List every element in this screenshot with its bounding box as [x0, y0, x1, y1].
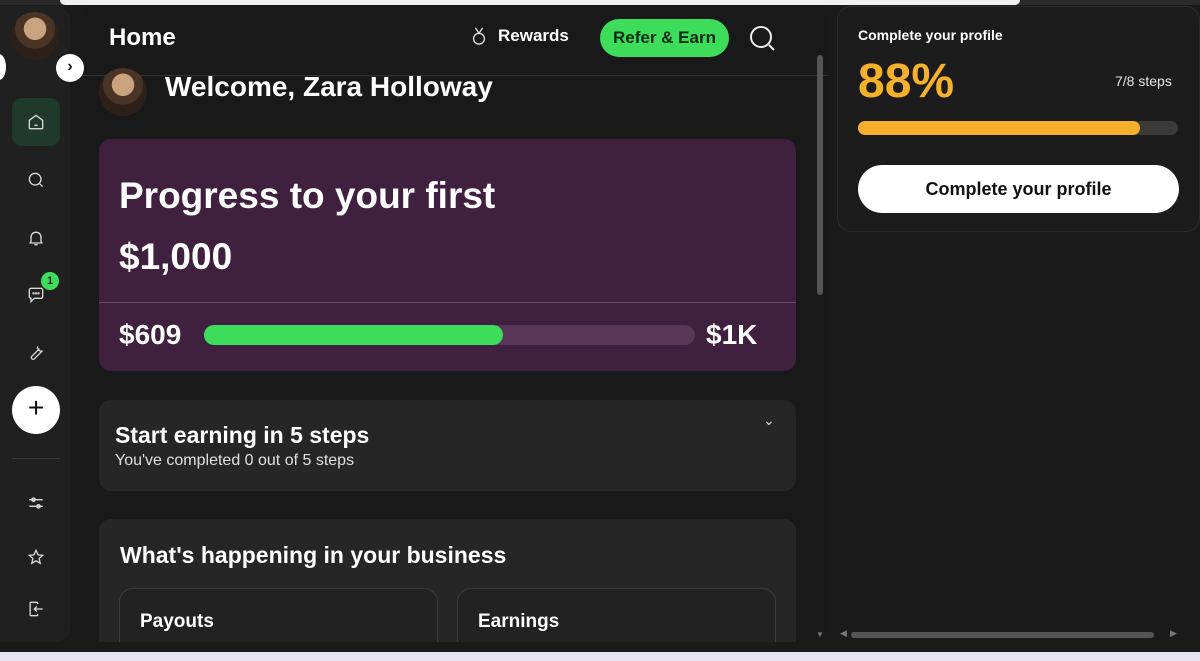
logout-icon [29, 601, 43, 617]
business-card: What's happening in your business Payout… [99, 519, 796, 642]
wrench-icon [30, 346, 44, 360]
business-title: What's happening in your business [120, 542, 507, 568]
taskbar [0, 652, 1200, 661]
window-top-edge [0, 0, 1200, 5]
collapse-sidebar-button[interactable]: › [56, 54, 84, 82]
earnings-label: Earnings [478, 611, 560, 632]
progress-fill [204, 325, 504, 345]
profile-label: Complete your profile [858, 27, 1003, 43]
refer-earn-button[interactable]: Refer & Earn [600, 19, 729, 57]
progress-heading: Progress to your first $1,000 [119, 175, 496, 277]
chat-icon [28, 287, 44, 304]
progress-card: Progress to your first $1,000 $609 $1K [99, 139, 796, 371]
messages-badge: 1 [41, 272, 59, 290]
steps-subtitle: You've completed 0 out of 5 steps [115, 452, 355, 469]
earnings-card[interactable]: Earnings [457, 588, 776, 642]
profile-progress-track [858, 121, 1178, 135]
scroll-down-arrow[interactable]: ▼ [816, 630, 824, 639]
edge-handle [0, 54, 6, 80]
scroll-left-arrow[interactable]: ◀ [840, 628, 847, 639]
medal-icon [472, 27, 486, 45]
plus-icon: + [27, 392, 45, 423]
main-scrollbar[interactable] [817, 55, 823, 295]
search-icon [28, 172, 44, 188]
page-header: Home Rewards Refer & Earn [80, 6, 828, 76]
sidebar-item-notifications[interactable] [12, 214, 60, 262]
sidebar-divider [12, 458, 60, 459]
steps-card[interactable]: Start earning in 5 steps You've complete… [99, 400, 796, 491]
home-icon [28, 114, 44, 130]
main-content: Home Rewards Refer & Earn Welcome, Zara … [80, 6, 828, 642]
progress-goal: $1K [706, 319, 758, 350]
rewards-link[interactable]: Rewards [470, 26, 569, 46]
progress-divider [99, 302, 796, 303]
bell-icon [29, 231, 43, 246]
profile-steps: 7/8 steps [1115, 73, 1172, 89]
sidebar-item-tools[interactable] [12, 329, 60, 377]
avatar[interactable] [11, 12, 59, 60]
horizontal-scrollbar[interactable] [851, 632, 1154, 638]
header-search-button[interactable] [748, 24, 776, 57]
page-title: Home [109, 24, 176, 51]
profile-percent: 88% [858, 55, 955, 108]
sidebar-item-settings[interactable] [12, 479, 60, 527]
profile-panel: Complete your profile 88% 7/8 steps Comp… [837, 6, 1200, 232]
scroll-right-arrow[interactable]: ▶ [1170, 628, 1177, 639]
chevron-down-icon[interactable]: ⌄ [763, 412, 775, 429]
payouts-card[interactable]: Payouts [119, 588, 438, 642]
payouts-label: Payouts [140, 611, 214, 632]
sidebar-item-logout[interactable] [12, 585, 60, 633]
progress-track [204, 325, 695, 345]
welcome-text: Welcome, Zara Holloway [165, 71, 493, 102]
steps-title: Start earning in 5 steps [115, 422, 370, 448]
avatar [99, 68, 147, 116]
complete-profile-button[interactable]: Complete your profile [858, 165, 1179, 213]
rewards-label: Rewards [498, 26, 569, 45]
sidebar-item-home[interactable] [12, 98, 60, 146]
star-icon [27, 548, 45, 565]
add-button[interactable]: + [12, 386, 60, 434]
welcome-row: Welcome, Zara Holloway [99, 68, 493, 116]
progress-current: $609 [119, 319, 182, 350]
sidebar: › 1 + [0, 6, 84, 642]
sidebar-item-search[interactable] [12, 156, 60, 204]
sliders-icon [29, 497, 43, 509]
profile-progress-fill [858, 121, 1140, 135]
search-icon [750, 26, 775, 51]
sidebar-item-favorites[interactable] [12, 533, 60, 581]
